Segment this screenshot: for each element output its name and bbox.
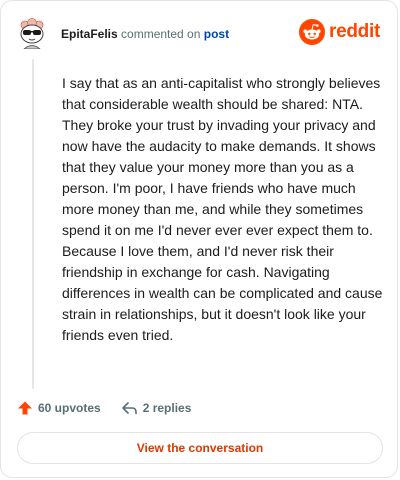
reply-arrow-icon [121, 402, 137, 415]
comment-embed-card: EpitaFelis commented on post reddit I sa… [0, 0, 398, 478]
view-conversation-button[interactable]: View the conversation [17, 432, 383, 464]
comment-actions: 60 upvotes 2 replies [17, 397, 381, 419]
reddit-wordmark: reddit [329, 21, 380, 42]
upvote-count: 60 upvotes [38, 401, 101, 415]
upvote-arrow-icon [18, 401, 32, 415]
thread-line [32, 59, 34, 389]
post-link[interactable]: post [204, 27, 229, 41]
reply-count: 2 replies [142, 401, 192, 415]
user-avatar[interactable] [16, 17, 48, 49]
username[interactable]: EpitaFelis [61, 27, 118, 41]
comment-verb: commented on [121, 27, 201, 41]
comment-header: EpitaFelis commented on post reddit [16, 17, 382, 51]
comment-meta: EpitaFelis commented on post [61, 27, 229, 41]
comment-body: I say that as an anti-capitalist who str… [62, 75, 383, 343]
upvote-button[interactable]: 60 upvotes [17, 400, 101, 416]
replies-button[interactable]: 2 replies [121, 400, 192, 416]
reddit-brand[interactable]: reddit [299, 19, 380, 45]
reddit-logo-icon [299, 19, 326, 45]
